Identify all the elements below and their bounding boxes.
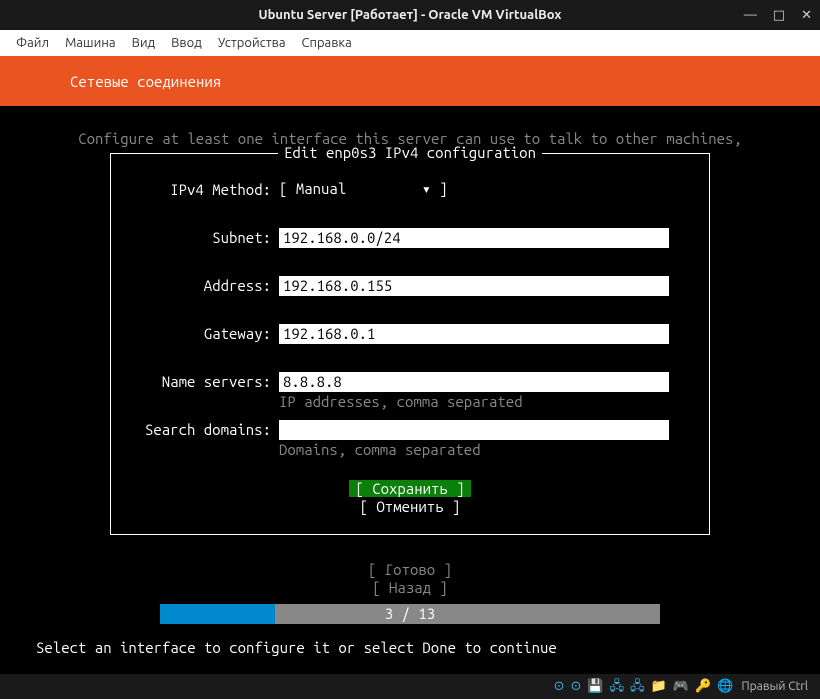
method-value: Manual bbox=[296, 180, 346, 197]
vb-menubar: Файл Машина Вид Ввод Устройства Справка bbox=[0, 30, 820, 56]
menu-devices[interactable]: Устройства bbox=[218, 36, 286, 50]
maximize-icon[interactable]: □ bbox=[773, 8, 785, 23]
chevron-down-icon bbox=[422, 180, 431, 197]
method-dropdown[interactable]: [ Manual ] bbox=[279, 180, 691, 198]
status-record-icon[interactable]: 🔑 bbox=[695, 680, 711, 693]
vb-status-icons: ⊙ ⊙ 💾 🖧 🖧 📁 🎮 🔑 🌐 bbox=[554, 680, 734, 693]
nameservers-label: Name servers: bbox=[129, 372, 279, 392]
nameservers-input[interactable]: 8.8.8.8 bbox=[279, 372, 669, 392]
vb-statusbar: ⊙ ⊙ 💾 🖧 🖧 📁 🎮 🔑 🌐 Правый Ctrl bbox=[0, 674, 820, 699]
close-icon[interactable]: ✕ bbox=[801, 8, 812, 23]
installer-screen: Сетевые соединения Configure at least on… bbox=[0, 56, 820, 674]
searchdomains-label: Search domains: bbox=[129, 420, 279, 440]
host-key-label: Правый Ctrl bbox=[741, 680, 808, 693]
status-network-icon[interactable]: 🖧 bbox=[610, 680, 625, 693]
progress-text: 3 / 13 bbox=[160, 604, 660, 624]
dialog-buttons: [ Сохранить ] [ Отменить ] bbox=[129, 480, 691, 516]
status-vrde-icon[interactable]: 🌐 bbox=[717, 680, 733, 693]
menu-machine[interactable]: Машина bbox=[65, 36, 116, 50]
status-usb-icon[interactable]: 🖧 bbox=[630, 680, 645, 693]
searchdomains-input[interactable] bbox=[279, 420, 669, 440]
nameservers-row: Name servers: 8.8.8.8 IP addresses, comm… bbox=[129, 372, 691, 410]
searchdomains-row: Search domains: Domains, comma separated bbox=[129, 420, 691, 458]
status-optical-icon[interactable]: ⊙ bbox=[571, 680, 582, 693]
installer-header-title: Сетевые соединения bbox=[70, 73, 221, 90]
page-buttons: [ Готово ] [ Назад ] bbox=[0, 561, 820, 597]
address-row: Address: 192.168.0.155 bbox=[129, 276, 691, 296]
method-label: IPv4 Method: bbox=[129, 180, 279, 200]
nameservers-hint: IP addresses, comma separated bbox=[279, 392, 691, 410]
status-floppy-icon[interactable]: 💾 bbox=[587, 680, 603, 693]
installer-header: Сетевые соединения bbox=[0, 56, 820, 106]
vb-titlebar: Ubuntu Server [Работает] - Oracle VM Vir… bbox=[0, 0, 820, 30]
method-row: IPv4 Method: [ Manual ] bbox=[129, 180, 691, 200]
subnet-input[interactable]: 192.168.0.0/24 bbox=[279, 228, 669, 248]
vb-window-controls: — □ ✕ bbox=[744, 0, 812, 30]
searchdomains-hint: Domains, comma separated bbox=[279, 440, 691, 458]
save-button[interactable]: [ Сохранить ] bbox=[349, 480, 470, 497]
menu-file[interactable]: Файл bbox=[16, 36, 49, 50]
address-input[interactable]: 192.168.0.155 bbox=[279, 276, 669, 296]
dialog-title: Edit enp0s3 IPv4 configuration bbox=[278, 144, 542, 161]
subnet-row: Subnet: 192.168.0.0/24 bbox=[129, 228, 691, 248]
subnet-label: Subnet: bbox=[129, 228, 279, 248]
cancel-button[interactable]: [ Отменить ] bbox=[360, 498, 461, 515]
status-display-icon[interactable]: 🎮 bbox=[673, 680, 689, 693]
progress-bar: 3 / 13 bbox=[0, 604, 820, 624]
status-shared-icon[interactable]: 📁 bbox=[651, 680, 667, 693]
menu-view[interactable]: Вид bbox=[132, 36, 156, 50]
gateway-row: Gateway: 192.168.0.1 bbox=[129, 324, 691, 344]
menu-input[interactable]: Ввод bbox=[171, 36, 202, 50]
footer-help: Select an interface to configure it or s… bbox=[0, 639, 820, 656]
ipv4-config-dialog: Edit enp0s3 IPv4 configuration IPv4 Meth… bbox=[110, 153, 710, 535]
gateway-label: Gateway: bbox=[129, 324, 279, 344]
vb-window-title: Ubuntu Server [Работает] - Oracle VM Vir… bbox=[259, 8, 562, 22]
gateway-input[interactable]: 192.168.0.1 bbox=[279, 324, 669, 344]
status-harddisk-icon[interactable]: ⊙ bbox=[554, 680, 565, 693]
dialog-title-wrap: Edit enp0s3 IPv4 configuration bbox=[111, 144, 709, 161]
back-button[interactable]: [ Назад ] bbox=[372, 579, 448, 596]
menu-help[interactable]: Справка bbox=[302, 36, 352, 50]
minimize-icon[interactable]: — bbox=[744, 8, 757, 22]
done-button[interactable]: [ Готово ] bbox=[368, 561, 452, 578]
address-label: Address: bbox=[129, 276, 279, 296]
